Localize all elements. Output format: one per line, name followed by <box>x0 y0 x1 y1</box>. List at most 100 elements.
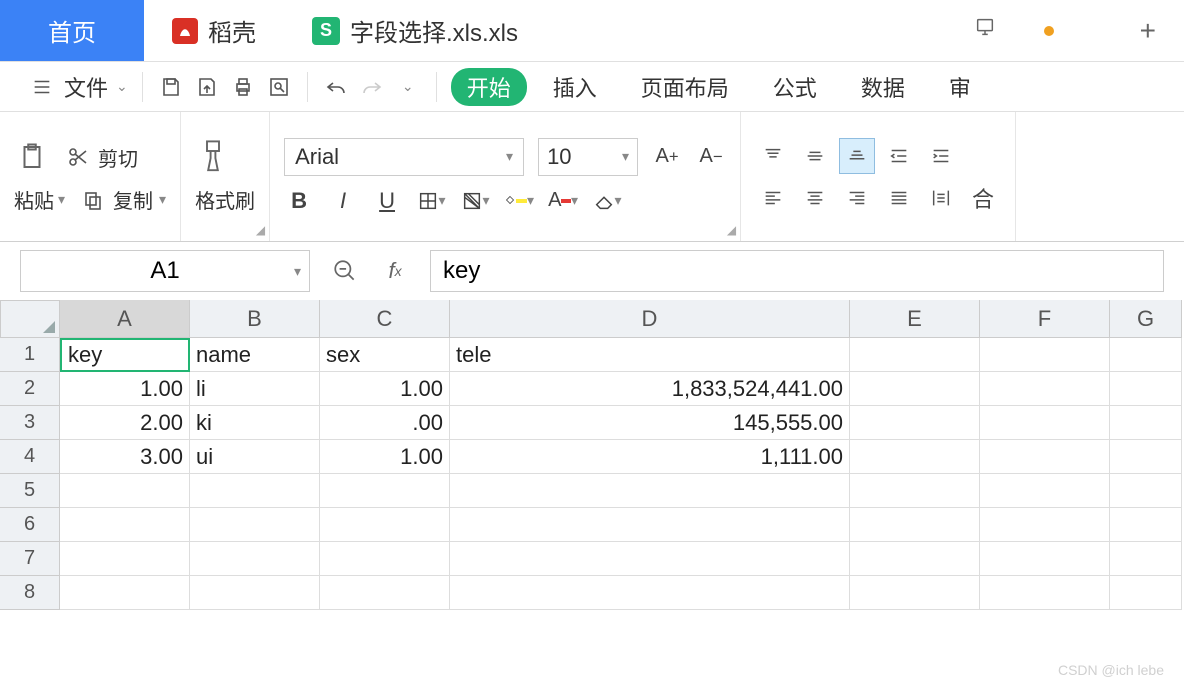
tab-home[interactable]: 首页 <box>0 0 144 61</box>
borders-icon[interactable]: ▾ <box>416 186 446 216</box>
cell[interactable] <box>850 406 980 440</box>
ribbon-tab-review[interactable]: 审 <box>931 71 989 103</box>
justify-icon[interactable] <box>881 180 917 216</box>
file-menu[interactable]: 文件 ⌄ <box>28 71 128 103</box>
cell[interactable]: 1.00 <box>320 440 450 474</box>
cell[interactable]: 1.00 <box>60 372 190 406</box>
row-header[interactable]: 3 <box>0 406 60 440</box>
dialog-launcher-icon[interactable]: ◢ <box>256 223 265 237</box>
save-as-icon[interactable] <box>193 73 221 101</box>
increase-indent-icon[interactable] <box>923 138 959 174</box>
cell[interactable] <box>850 576 980 610</box>
cell[interactable] <box>1110 576 1182 610</box>
column-header[interactable]: A <box>60 300 190 338</box>
cell[interactable]: 1.00 <box>320 372 450 406</box>
cell[interactable] <box>190 474 320 508</box>
cell[interactable] <box>850 372 980 406</box>
ribbon-tab-formula[interactable]: 公式 <box>755 71 835 103</box>
cell[interactable] <box>980 406 1110 440</box>
cell[interactable] <box>850 440 980 474</box>
cell[interactable]: tele <box>450 338 850 372</box>
font-size-select[interactable]: 10▾ <box>538 138 638 176</box>
cell[interactable] <box>450 576 850 610</box>
dialog-launcher-icon[interactable]: ◢ <box>727 223 736 237</box>
preview-icon[interactable] <box>265 73 293 101</box>
increase-font-icon[interactable]: A+ <box>652 142 682 172</box>
column-header[interactable]: E <box>850 300 980 338</box>
device-icon[interactable] <box>974 16 996 45</box>
align-right-icon[interactable] <box>839 180 875 216</box>
eraser-icon[interactable]: ▾ <box>592 186 622 216</box>
align-left-icon[interactable] <box>755 180 791 216</box>
cell[interactable] <box>980 508 1110 542</box>
ribbon-tab-layout[interactable]: 页面布局 <box>623 71 747 103</box>
select-all-corner[interactable] <box>0 300 60 338</box>
cell[interactable] <box>980 542 1110 576</box>
chevron-down-icon[interactable]: ▾ <box>58 191 65 208</box>
save-icon[interactable] <box>157 73 185 101</box>
fill-color-icon[interactable]: ▾ <box>504 186 534 216</box>
copy-icon[interactable] <box>79 186 107 214</box>
cell[interactable]: 2.00 <box>60 406 190 440</box>
cell[interactable] <box>1110 440 1182 474</box>
ribbon-tab-insert[interactable]: 插入 <box>535 71 615 103</box>
cell[interactable] <box>60 576 190 610</box>
undo-icon[interactable] <box>322 73 350 101</box>
cell[interactable] <box>60 542 190 576</box>
cell[interactable] <box>850 542 980 576</box>
cell[interactable] <box>320 576 450 610</box>
cell[interactable]: .00 <box>320 406 450 440</box>
column-header[interactable]: D <box>450 300 850 338</box>
tab-file[interactable]: S 字段选择.xls.xls <box>284 0 1112 61</box>
cell[interactable] <box>450 542 850 576</box>
cell[interactable] <box>60 508 190 542</box>
tab-daoke[interactable]: 稻壳 <box>144 0 284 61</box>
font-name-select[interactable]: Arial▾ <box>284 138 524 176</box>
bold-icon[interactable]: B <box>284 186 314 216</box>
merge-icon[interactable]: 合 <box>965 180 1001 216</box>
fill-pattern-icon[interactable]: ▾ <box>460 186 490 216</box>
row-header[interactable]: 2 <box>0 372 60 406</box>
cell[interactable] <box>1110 508 1182 542</box>
paste-label[interactable]: 粘贴 <box>14 185 54 214</box>
cell[interactable] <box>320 508 450 542</box>
column-header[interactable]: F <box>980 300 1110 338</box>
orientation-icon[interactable] <box>965 138 1001 174</box>
cell[interactable] <box>980 338 1110 372</box>
decrease-indent-icon[interactable] <box>881 138 917 174</box>
print-icon[interactable] <box>229 73 257 101</box>
formula-input[interactable]: key <box>430 250 1164 292</box>
underline-icon[interactable]: U <box>372 186 402 216</box>
column-header[interactable]: C <box>320 300 450 338</box>
cell[interactable] <box>450 474 850 508</box>
cell[interactable]: 3.00 <box>60 440 190 474</box>
column-header[interactable]: B <box>190 300 320 338</box>
scissors-icon[interactable] <box>64 143 92 171</box>
cell[interactable] <box>1110 338 1182 372</box>
align-center-icon[interactable] <box>797 180 833 216</box>
cell[interactable]: 145,555.00 <box>450 406 850 440</box>
align-top-icon[interactable] <box>755 138 791 174</box>
cell[interactable] <box>850 474 980 508</box>
cell[interactable]: 1,111.00 <box>450 440 850 474</box>
chevron-down-icon[interactable]: ▾ <box>159 191 166 208</box>
distribute-icon[interactable] <box>923 180 959 216</box>
italic-icon[interactable]: I <box>328 186 358 216</box>
row-header[interactable]: 6 <box>0 508 60 542</box>
cell[interactable] <box>320 474 450 508</box>
align-middle-icon[interactable] <box>797 138 833 174</box>
cell[interactable] <box>980 474 1110 508</box>
cell[interactable] <box>1110 406 1182 440</box>
zoom-icon[interactable] <box>330 256 360 286</box>
name-box[interactable]: A1 ▾ <box>20 250 310 292</box>
cell[interactable] <box>190 542 320 576</box>
row-header[interactable]: 7 <box>0 542 60 576</box>
row-header[interactable]: 8 <box>0 576 60 610</box>
clipboard-icon[interactable] <box>14 139 50 175</box>
fx-icon[interactable]: fx <box>380 256 410 286</box>
cell[interactable] <box>1110 542 1182 576</box>
cell[interactable]: ki <box>190 406 320 440</box>
paint-brush-icon[interactable] <box>195 139 231 175</box>
decrease-font-icon[interactable]: A− <box>696 142 726 172</box>
align-bottom-icon[interactable] <box>839 138 875 174</box>
